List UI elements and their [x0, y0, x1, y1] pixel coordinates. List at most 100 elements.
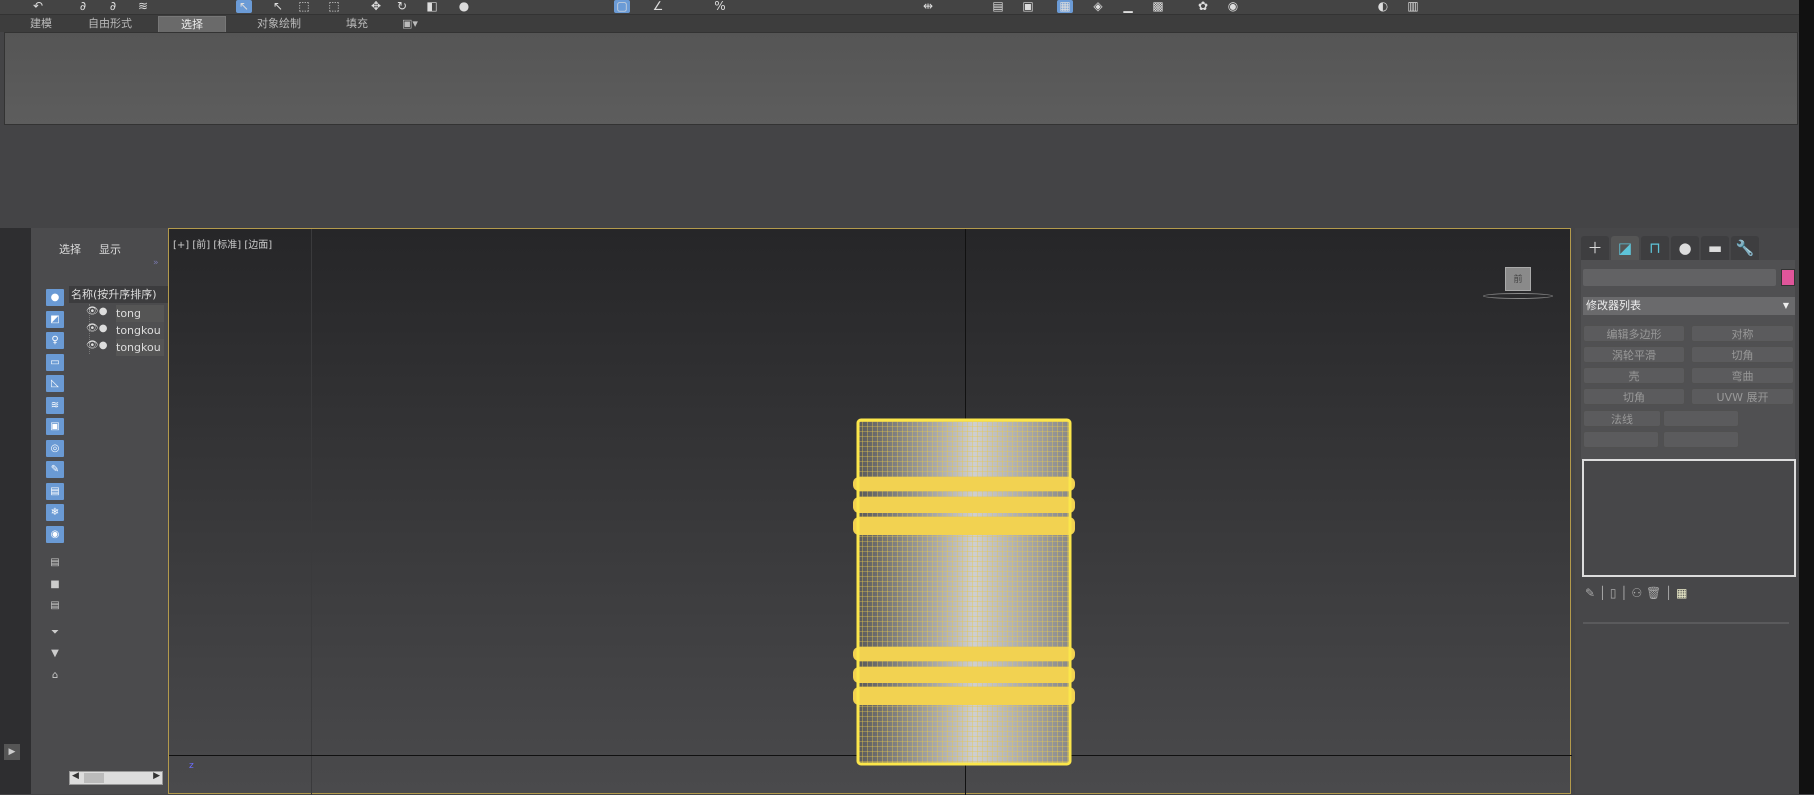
tab-utilities-icon[interactable]: 🔧	[1731, 236, 1759, 260]
rotate-icon[interactable]: ↻	[394, 0, 410, 13]
pin-stack-icon[interactable]: ✎	[1585, 586, 1595, 600]
select-name-icon[interactable]: ↖	[270, 0, 286, 13]
modifier-list-dropdown[interactable]: 修改器列表 ▼	[1583, 297, 1795, 315]
tab-hierarchy-icon[interactable]: ⊓	[1641, 236, 1669, 260]
show-end-result-icon[interactable]: ▯	[1610, 586, 1617, 600]
modifier-button[interactable]: 涡轮平滑	[1583, 346, 1685, 363]
list-item[interactable]: tong	[116, 305, 164, 322]
viewport-menu-edged-faces[interactable]: [边面]	[244, 240, 272, 251]
tab-modify-icon[interactable]: ◪	[1611, 236, 1639, 260]
main-toolbar: ↶ ∂ ∂ ≋ ↖ ↖ ⬚ ⬚ ✥ ↻ ◧ ● ▢ ∠ % ⇹ ▤ ▣ ▦ ◈ …	[0, 0, 1814, 15]
invert-icon[interactable]: ▤	[46, 597, 64, 614]
visibility-eye-icon[interactable]: 👁●	[86, 340, 107, 351]
render-icon[interactable]: ◉	[1225, 0, 1241, 13]
expand-chevron-icon[interactable]: »	[153, 258, 159, 268]
modifier-button[interactable]: 编辑多边形	[1583, 325, 1685, 342]
filter-lights-icon[interactable]: ♀	[46, 332, 64, 349]
modifier-button[interactable]: 切角	[1583, 388, 1685, 405]
display-all-icon[interactable]: ▤	[46, 554, 64, 571]
mirror-icon[interactable]: ⇹	[920, 0, 936, 13]
column-header-name[interactable]: 名称(按升序排序)	[69, 286, 168, 303]
filter-helpers-icon[interactable]: ◺	[46, 375, 64, 392]
tab-populate[interactable]: 填充	[330, 16, 384, 32]
tab-selection[interactable]: 选择	[158, 16, 226, 32]
modifier-button-empty[interactable]	[1583, 431, 1659, 448]
modifier-button[interactable]: 弯曲	[1691, 367, 1794, 384]
schematic-icon[interactable]: ◈	[1090, 0, 1106, 13]
filter-bones-icon[interactable]: ✎	[46, 461, 64, 478]
tab-create-icon[interactable]: ＋	[1581, 236, 1609, 260]
list-item[interactable]: tongkou	[116, 339, 164, 356]
filter-hidden-icon[interactable]: ◉	[46, 526, 64, 543]
filter-geometry-icon[interactable]: ●	[46, 289, 64, 306]
curve-editor-icon[interactable]: ▦	[1057, 0, 1073, 13]
filter-groups-icon[interactable]: ▣	[46, 418, 64, 435]
viewport-menu-shading-standard[interactable]: [标准]	[213, 240, 241, 251]
percent-snap-icon[interactable]: %	[712, 0, 728, 13]
filter-xrefs-icon[interactable]: ◎	[46, 440, 64, 457]
tab-object-paint[interactable]: 对象绘制	[240, 16, 318, 32]
scale-icon[interactable]: ◧	[424, 0, 440, 13]
viewcube-compass-ring[interactable]	[1483, 293, 1553, 299]
modifier-button[interactable]: 切角	[1691, 346, 1794, 363]
layer-icon[interactable]: ▤	[990, 0, 1006, 13]
display-none-icon[interactable]: ■	[46, 576, 64, 593]
render-setup-icon[interactable]: ▩	[1150, 0, 1166, 13]
list-item[interactable]: tongkou	[116, 322, 164, 339]
viewport-label[interactable]: [+] [前] [标准] [边面]	[173, 236, 272, 251]
modifier-stack[interactable]	[1582, 459, 1796, 577]
tab-freeform[interactable]: 自由形式	[75, 16, 145, 32]
help-icon[interactable]: ◐	[1375, 0, 1391, 13]
object-name-input[interactable]	[1583, 269, 1776, 286]
placement-icon[interactable]: ●	[456, 0, 472, 13]
front-viewport[interactable]: [+] [前] [标准] [边面] 前 z	[168, 228, 1572, 795]
tab-motion-icon[interactable]: ●	[1671, 236, 1699, 260]
modifier-button-empty[interactable]	[1663, 431, 1739, 448]
unlink-icon[interactable]: ∂	[105, 0, 121, 13]
make-unique-icon[interactable]: ⚇	[1631, 586, 1642, 600]
snap-icon[interactable]: ▢	[614, 0, 630, 13]
visibility-eye-icon[interactable]: 👁●	[86, 306, 107, 317]
rollout-divider[interactable]	[1583, 622, 1789, 624]
horizontal-scrollbar[interactable]: ◀ ▶	[69, 771, 163, 785]
explorer-menu-select[interactable]: 选择	[59, 241, 81, 257]
workspace-icon[interactable]: ▥	[1405, 0, 1421, 13]
scene-explorer-icon[interactable]: ▣	[1020, 0, 1036, 13]
render-frame-icon[interactable]: ✿	[1195, 0, 1211, 13]
window-crossing-icon[interactable]: ⬚	[326, 0, 342, 13]
tab-modeling[interactable]: 建模	[12, 16, 70, 32]
bind-icon[interactable]: ≋	[135, 0, 151, 13]
viewport-menu-view[interactable]: [前]	[192, 240, 210, 251]
remove-modifier-icon[interactable]: 🗑	[1646, 586, 1661, 600]
select-region-icon[interactable]: ⬚	[296, 0, 312, 13]
move-icon[interactable]: ✥	[368, 0, 384, 13]
expand-arrow-icon[interactable]: ▶	[4, 744, 20, 760]
explorer-menu-display[interactable]: 显示	[99, 241, 121, 257]
viewcube[interactable]: 前	[1505, 267, 1531, 291]
filter-icon[interactable]: ▼	[46, 645, 64, 662]
configure-modifier-sets-icon[interactable]: ▦	[1676, 586, 1687, 600]
select-icon[interactable]: ↖	[236, 0, 252, 13]
modifier-button-empty[interactable]	[1663, 410, 1739, 427]
selected-object-tong[interactable]	[853, 417, 1083, 769]
modifier-button[interactable]: UVW 展开	[1691, 388, 1794, 405]
filter-frozen-icon[interactable]: ❄	[46, 504, 64, 521]
modifier-button[interactable]: 对称	[1691, 325, 1794, 342]
tab-display-icon[interactable]: ▬	[1701, 236, 1729, 260]
link-icon[interactable]: ∂	[75, 0, 91, 13]
filter-cameras-icon[interactable]: ▭	[46, 354, 64, 371]
object-color-swatch[interactable]	[1781, 269, 1795, 286]
visibility-eye-icon[interactable]: 👁●	[86, 323, 107, 334]
layer-container-icon[interactable]: ⌂	[46, 667, 64, 684]
filter-containers-icon[interactable]: ▤	[46, 483, 64, 500]
ribbon-options-icon[interactable]: ▣▾	[395, 16, 425, 32]
filter-spacewarps-icon[interactable]: ≋	[46, 397, 64, 414]
undo-icon[interactable]: ↶	[30, 0, 46, 13]
modifier-button[interactable]: 壳	[1583, 367, 1685, 384]
viewport-menu-plus[interactable]: [+]	[173, 240, 189, 251]
material-editor-icon[interactable]: ▁	[1120, 0, 1136, 13]
filter-funnel-icon[interactable]: ⏷	[46, 624, 64, 641]
angle-snap-icon[interactable]: ∠	[650, 0, 666, 13]
modifier-button[interactable]: 法线	[1583, 410, 1661, 427]
filter-shapes-icon[interactable]: ◩	[46, 311, 64, 328]
